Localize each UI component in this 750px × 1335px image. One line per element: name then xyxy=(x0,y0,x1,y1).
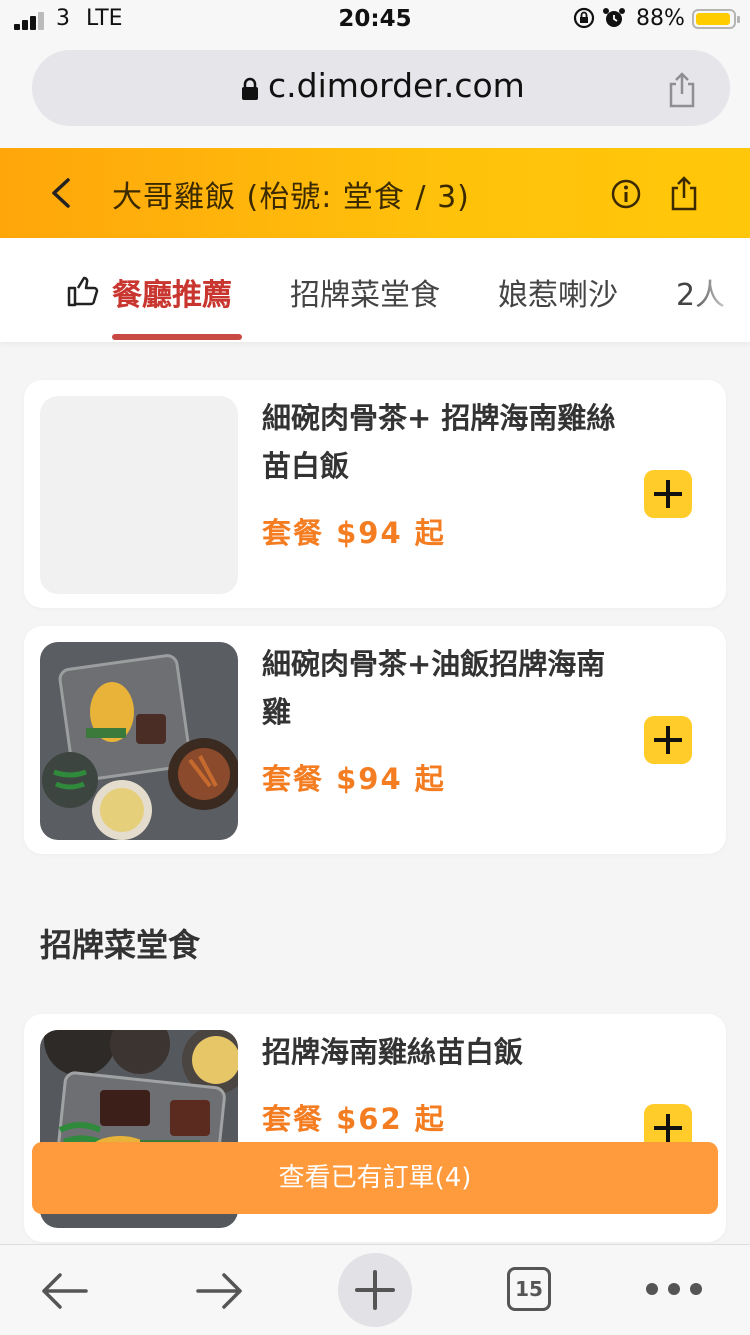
item-price: 套餐 $94 起 xyxy=(262,516,446,550)
view-orders-button[interactable]: 查看已有訂單(4) xyxy=(32,1142,718,1214)
add-item-button[interactable] xyxy=(644,470,692,518)
back-arrow-icon[interactable] xyxy=(46,176,76,210)
category-tabs: 餐廳推薦 招牌菜堂食 娘惹喇沙 2人 xyxy=(0,238,750,342)
restaurant-header: 大哥雞飯 (枱號: 堂食 / 3) xyxy=(0,148,750,238)
item-name: 細碗肉骨茶+ 招牌海南雞絲苗白飯 xyxy=(262,401,616,483)
battery-percent: 88% xyxy=(636,6,685,31)
tab-recommended[interactable]: 餐廳推薦 xyxy=(112,270,232,314)
plus-icon xyxy=(355,1270,395,1310)
thumbs-up-icon xyxy=(67,276,99,307)
address-bar[interactable]: c.dimorder.com xyxy=(32,50,730,126)
status-bar: 3 LTE 20:45 88% xyxy=(0,0,750,40)
lock-icon xyxy=(242,77,258,100)
menu-item-card[interactable]: 細碗肉骨茶+油飯招牌海南雞 套餐 $94 起 xyxy=(24,626,726,854)
info-icon[interactable] xyxy=(610,178,642,210)
more-menu-icon[interactable] xyxy=(646,1283,702,1295)
restaurant-title: 大哥雞飯 (枱號: 堂食 / 3) xyxy=(112,180,470,215)
active-tab-indicator xyxy=(112,334,242,340)
tab-signature-dine-in[interactable]: 招牌菜堂食 xyxy=(290,270,440,314)
menu-item-card[interactable]: 細碗肉骨茶+ 招牌海南雞絲苗白飯 套餐 $94 起 xyxy=(24,380,726,608)
section-title: 招牌菜堂食 xyxy=(40,926,201,964)
item-price: 套餐 $94 起 xyxy=(262,762,446,796)
rotation-lock-icon xyxy=(573,7,595,29)
share-icon[interactable] xyxy=(666,72,698,108)
item-name: 招牌海南雞絲苗白飯 xyxy=(262,1035,524,1069)
url-text[interactable]: c.dimorder.com xyxy=(268,66,525,105)
browser-chrome: c.dimorder.com xyxy=(0,40,750,148)
add-item-button[interactable] xyxy=(644,716,692,764)
tab-nyonya-laksa[interactable]: 娘惹喇沙 xyxy=(498,270,618,314)
browser-toolbar: 15 xyxy=(0,1244,750,1335)
battery-icon xyxy=(692,9,740,29)
alarm-icon xyxy=(603,8,625,27)
new-tab-button[interactable] xyxy=(338,1253,412,1327)
tab-count-button[interactable]: 15 xyxy=(507,1267,551,1311)
item-image xyxy=(40,642,238,840)
item-price: 套餐 $62 起 xyxy=(262,1102,446,1136)
forward-arrow-icon[interactable] xyxy=(194,1271,246,1311)
item-name: 細碗肉骨茶+油飯招牌海南雞 xyxy=(262,647,606,729)
item-image-placeholder xyxy=(40,396,238,594)
share-icon[interactable] xyxy=(668,174,700,212)
back-arrow-icon[interactable] xyxy=(38,1271,90,1311)
